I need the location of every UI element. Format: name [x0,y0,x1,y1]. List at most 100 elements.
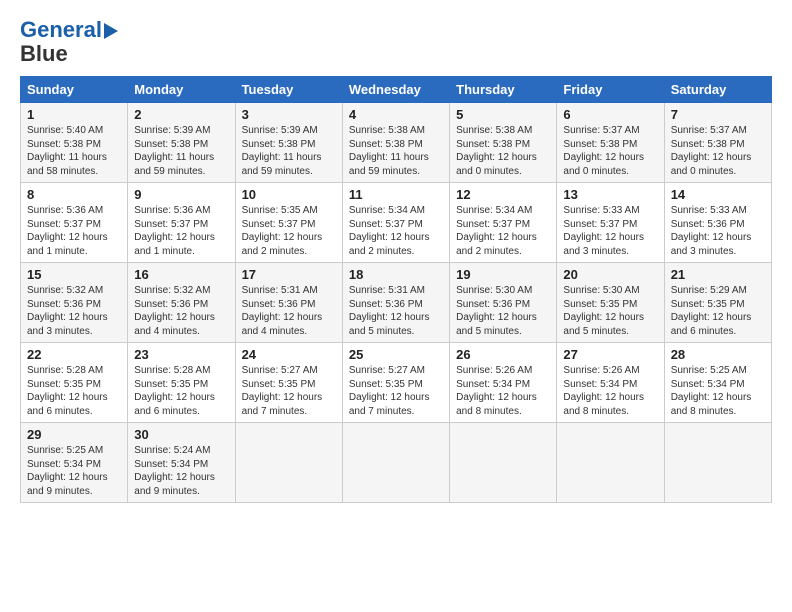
day-cell: 28 Sunrise: 5:25 AM Sunset: 5:34 PM Dayli… [664,343,771,423]
day-cell [342,423,449,503]
day-cell [235,423,342,503]
day-number: 5 [456,107,550,122]
day-cell [450,423,557,503]
day-cell: 15Sunrise: 5:32 AM Sunset: 5:36 PM Dayli… [21,263,128,343]
day-number: 26 [456,347,550,362]
day-info: Sunrise: 5:24 AM Sunset: 5:34 PM Dayligh… [134,444,228,498]
day-cell: 8Sunrise: 5:36 AM Sunset: 5:37 PM Daylig… [21,183,128,263]
day-info: Sunrise: 5:29 AM Sunset: 5:35 PM Dayligh… [671,284,765,338]
day-cell [664,423,771,503]
day-cell: 14Sunrise: 5:33 AM Sunset: 5:36 PM Dayli… [664,183,771,263]
day-cell: 30 Sunrise: 5:24 AM Sunset: 5:34 PM Dayli… [128,423,235,503]
day-cell: 16 Sunrise: 5:32 AM Sunset: 5:36 PM Dayli… [128,263,235,343]
day-cell: 13 Sunrise: 5:33 AM Sunset: 5:37 PM Dayli… [557,183,664,263]
day-cell [557,423,664,503]
day-number: 25 [349,347,443,362]
week-row-1: 1 Sunrise: 5:40 AM Sunset: 5:38 PM Daylig… [21,103,772,183]
day-cell: 29 Sunrise: 5:25 AM Sunset: 5:34 PM Dayli… [21,423,128,503]
day-info: Sunrise: 5:40 AM Sunset: 5:38 PM Dayligh… [27,124,121,178]
day-cell: 9Sunrise: 5:36 AM Sunset: 5:37 PM Daylig… [128,183,235,263]
day-cell: 1 Sunrise: 5:40 AM Sunset: 5:38 PM Daylig… [21,103,128,183]
day-number: 18 [349,267,443,282]
day-cell: 7Sunrise: 5:37 AM Sunset: 5:38 PM Daylig… [664,103,771,183]
day-info: Sunrise: 5:32 AM Sunset: 5:36 PM Dayligh… [134,284,228,338]
day-info: Sunrise: 5:25 AM Sunset: 5:34 PM Dayligh… [27,444,121,498]
day-cell: 17 Sunrise: 5:31 AM Sunset: 5:36 PM Dayli… [235,263,342,343]
day-cell: 20 Sunrise: 5:30 AM Sunset: 5:35 PM Dayli… [557,263,664,343]
day-number: 29 [27,427,121,442]
day-cell: 3 Sunrise: 5:39 AM Sunset: 5:38 PM Daylig… [235,103,342,183]
day-cell: 2 Sunrise: 5:39 AM Sunset: 5:38 PM Daylig… [128,103,235,183]
col-header-wednesday: Wednesday [342,77,449,103]
day-cell: 26 Sunrise: 5:26 AM Sunset: 5:34 PM Dayli… [450,343,557,423]
week-row-4: 22 Sunrise: 5:28 AM Sunset: 5:35 PM Dayli… [21,343,772,423]
day-info: Sunrise: 5:34 AM Sunset: 5:37 PM Dayligh… [456,204,550,258]
day-number: 1 [27,107,121,122]
day-number: 30 [134,427,228,442]
col-header-monday: Monday [128,77,235,103]
day-info: Sunrise: 5:27 AM Sunset: 5:35 PM Dayligh… [349,364,443,418]
header: General Blue [20,18,772,66]
logo-text: General [20,18,102,42]
week-row-3: 15Sunrise: 5:32 AM Sunset: 5:36 PM Dayli… [21,263,772,343]
week-row-2: 8Sunrise: 5:36 AM Sunset: 5:37 PM Daylig… [21,183,772,263]
day-cell: 27 Sunrise: 5:26 AM Sunset: 5:34 PM Dayli… [557,343,664,423]
day-number: 20 [563,267,657,282]
day-cell: 19 Sunrise: 5:30 AM Sunset: 5:36 PM Dayli… [450,263,557,343]
day-info: Sunrise: 5:36 AM Sunset: 5:37 PM Dayligh… [27,204,121,258]
col-header-sunday: Sunday [21,77,128,103]
day-number: 19 [456,267,550,282]
day-cell: 6 Sunrise: 5:37 AM Sunset: 5:38 PM Daylig… [557,103,664,183]
day-number: 12 [456,187,550,202]
day-info: Sunrise: 5:37 AM Sunset: 5:38 PM Dayligh… [563,124,657,178]
day-number: 13 [563,187,657,202]
day-number: 2 [134,107,228,122]
day-info: Sunrise: 5:26 AM Sunset: 5:34 PM Dayligh… [563,364,657,418]
day-info: Sunrise: 5:38 AM Sunset: 5:38 PM Dayligh… [349,124,443,178]
day-cell: 5 Sunrise: 5:38 AM Sunset: 5:38 PM Daylig… [450,103,557,183]
day-info: Sunrise: 5:26 AM Sunset: 5:34 PM Dayligh… [456,364,550,418]
day-number: 9 [134,187,228,202]
day-cell: 12 Sunrise: 5:34 AM Sunset: 5:37 PM Dayli… [450,183,557,263]
day-number: 6 [563,107,657,122]
day-info: Sunrise: 5:28 AM Sunset: 5:35 PM Dayligh… [27,364,121,418]
day-info: Sunrise: 5:30 AM Sunset: 5:35 PM Dayligh… [563,284,657,338]
day-info: Sunrise: 5:28 AM Sunset: 5:35 PM Dayligh… [134,364,228,418]
day-number: 10 [242,187,336,202]
header-row: SundayMondayTuesdayWednesdayThursdayFrid… [21,77,772,103]
day-info: Sunrise: 5:39 AM Sunset: 5:38 PM Dayligh… [134,124,228,178]
day-info: Sunrise: 5:30 AM Sunset: 5:36 PM Dayligh… [456,284,550,338]
col-header-tuesday: Tuesday [235,77,342,103]
day-number: 22 [27,347,121,362]
day-cell: 21 Sunrise: 5:29 AM Sunset: 5:35 PM Dayli… [664,263,771,343]
day-number: 16 [134,267,228,282]
day-cell: 22 Sunrise: 5:28 AM Sunset: 5:35 PM Dayli… [21,343,128,423]
day-cell: 11Sunrise: 5:34 AM Sunset: 5:37 PM Dayli… [342,183,449,263]
day-info: Sunrise: 5:25 AM Sunset: 5:34 PM Dayligh… [671,364,765,418]
day-cell: 18Sunrise: 5:31 AM Sunset: 5:36 PM Dayli… [342,263,449,343]
day-number: 21 [671,267,765,282]
week-row-5: 29 Sunrise: 5:25 AM Sunset: 5:34 PM Dayli… [21,423,772,503]
logo-blue: Blue [20,42,68,66]
day-info: Sunrise: 5:38 AM Sunset: 5:38 PM Dayligh… [456,124,550,178]
logo-general: General [20,17,102,42]
day-cell: 4Sunrise: 5:38 AM Sunset: 5:38 PM Daylig… [342,103,449,183]
calendar-table: SundayMondayTuesdayWednesdayThursdayFrid… [20,76,772,503]
day-number: 3 [242,107,336,122]
day-info: Sunrise: 5:37 AM Sunset: 5:38 PM Dayligh… [671,124,765,178]
day-number: 27 [563,347,657,362]
day-number: 23 [134,347,228,362]
day-cell: 25 Sunrise: 5:27 AM Sunset: 5:35 PM Dayli… [342,343,449,423]
day-info: Sunrise: 5:32 AM Sunset: 5:36 PM Dayligh… [27,284,121,338]
day-info: Sunrise: 5:39 AM Sunset: 5:38 PM Dayligh… [242,124,336,178]
day-info: Sunrise: 5:33 AM Sunset: 5:37 PM Dayligh… [563,204,657,258]
logo-arrow-icon [104,23,118,39]
day-number: 17 [242,267,336,282]
day-info: Sunrise: 5:35 AM Sunset: 5:37 PM Dayligh… [242,204,336,258]
day-info: Sunrise: 5:27 AM Sunset: 5:35 PM Dayligh… [242,364,336,418]
day-cell: 23 Sunrise: 5:28 AM Sunset: 5:35 PM Dayli… [128,343,235,423]
day-cell: 24Sunrise: 5:27 AM Sunset: 5:35 PM Dayli… [235,343,342,423]
col-header-saturday: Saturday [664,77,771,103]
day-info: Sunrise: 5:31 AM Sunset: 5:36 PM Dayligh… [242,284,336,338]
day-number: 28 [671,347,765,362]
